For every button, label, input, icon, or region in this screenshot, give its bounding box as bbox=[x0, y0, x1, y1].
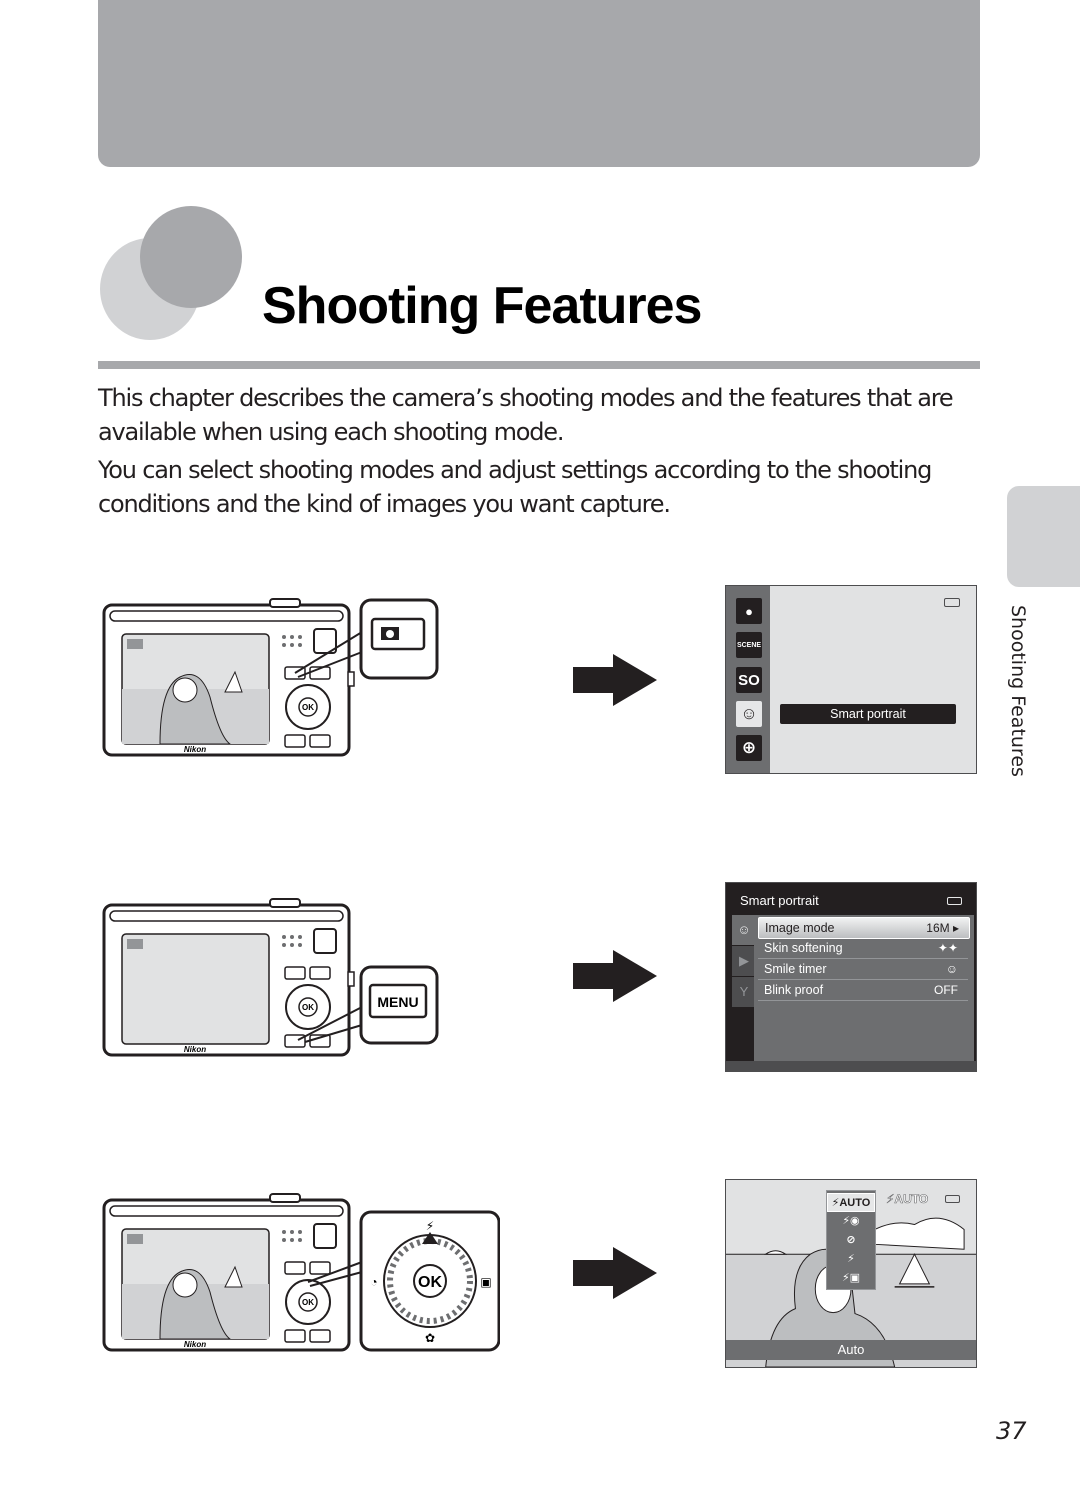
menu-item-label: Blink proof bbox=[764, 983, 824, 997]
svg-text:Nikon: Nikon bbox=[184, 1340, 206, 1349]
battery-icon bbox=[947, 897, 962, 905]
svg-text:OK: OK bbox=[302, 1003, 314, 1012]
mode-icon-column: ● SCENE SO ☺ ⊕ bbox=[726, 586, 770, 773]
flash-slow-sync-option[interactable]: ⚡▣ bbox=[827, 1269, 875, 1288]
flash-fill-option[interactable]: ⚡ bbox=[827, 1250, 875, 1269]
menu-item-value: OFF bbox=[934, 983, 958, 997]
title-divider bbox=[98, 361, 980, 369]
svg-text:MENU: MENU bbox=[377, 994, 418, 1010]
menu-item-smile-timer[interactable]: Smile timer ☺ bbox=[758, 959, 968, 980]
flash-mode-menu: ⚡AUTO ⚡◉ ⊘ ⚡ ⚡▣ bbox=[826, 1190, 876, 1290]
svg-text:Nikon: Nikon bbox=[184, 745, 206, 754]
menu-item-value: ✦✦ bbox=[937, 941, 958, 955]
selected-mode-label: Smart portrait bbox=[780, 704, 956, 724]
battery-icon bbox=[945, 1195, 960, 1203]
camera-body: OK Nikon bbox=[102, 1193, 351, 1352]
svg-text:OK: OK bbox=[302, 1298, 314, 1307]
menu-item-image-mode[interactable]: Image mode 16M ▸ bbox=[758, 917, 970, 939]
arrow-right-icon bbox=[573, 1247, 657, 1299]
scene-mode-icon[interactable]: SCENE bbox=[736, 632, 762, 658]
camera-body: OK Nikon bbox=[102, 598, 355, 757]
auto-mode-icon[interactable]: ● bbox=[736, 598, 762, 624]
special-effects-icon[interactable]: SO bbox=[736, 667, 762, 693]
intro-paragraph-2: You can select shooting modes and adjust… bbox=[98, 456, 932, 518]
menu-item-value: ☺ bbox=[945, 962, 958, 976]
page-number: 37 bbox=[996, 1417, 1027, 1445]
menu-item-blink-proof[interactable]: Blink proof OFF bbox=[758, 980, 968, 1001]
smart-portrait-menu-screen: Smart portrait ☺ ▶ Y Image mode 16M ▸ Sk… bbox=[725, 882, 977, 1072]
side-chapter-label: Shooting Features bbox=[1003, 605, 1043, 777]
svg-text:Nikon: Nikon bbox=[184, 1045, 206, 1054]
smart-portrait-icon[interactable]: ☺ bbox=[736, 701, 762, 727]
chapter-header-band bbox=[98, 0, 980, 167]
side-chapter-tab bbox=[1007, 486, 1080, 587]
svg-text:◔: ◔ bbox=[370, 1275, 377, 1289]
current-flash-indicator: ⚡AUTO bbox=[886, 1192, 929, 1207]
menu-item-label: Skin softening bbox=[764, 941, 843, 955]
side-chapter-label-text: Shooting Features bbox=[1007, 605, 1029, 777]
flash-red-eye-option[interactable]: ⚡◉ bbox=[827, 1212, 875, 1231]
menu-item-label: Smile timer bbox=[764, 962, 827, 976]
menu-tabs: ☺ ▶ Y bbox=[732, 915, 756, 1063]
shooting-mode-screen: ● SCENE SO ☺ ⊕ Smart portrait bbox=[725, 585, 977, 774]
camera-body: OK Nikon bbox=[102, 898, 355, 1057]
arrow-right-icon bbox=[573, 654, 657, 706]
menu-footer-bar bbox=[726, 1061, 976, 1071]
menu-panel: Image mode 16M ▸ Skin softening ✦✦ Smile… bbox=[754, 915, 974, 1061]
setup-tab-icon[interactable]: Y bbox=[732, 977, 756, 1007]
intro-paragraph-1: This chapter describes the camera’s shoo… bbox=[98, 384, 954, 446]
menu-item-value: 16M ▸ bbox=[926, 921, 959, 935]
camera-illustration-menu: OK Nikon MENU bbox=[102, 898, 439, 1057]
menu-title: Smart portrait bbox=[740, 893, 819, 908]
flash-auto-option[interactable]: ⚡AUTO bbox=[827, 1193, 875, 1212]
flash-mode-caption: Auto bbox=[726, 1340, 976, 1360]
camera-illustration-flash: OK Nikon OK ⚡ ◔ ▣ ✿ bbox=[102, 1193, 500, 1352]
chapter-title: Shooting Features bbox=[262, 277, 702, 335]
svg-text:OK: OK bbox=[302, 703, 314, 712]
camera-illustration-shooting-mode: OK Nikon bbox=[102, 598, 439, 757]
subject-tracking-icon[interactable]: ⊕ bbox=[736, 735, 762, 761]
svg-text:✿: ✿ bbox=[425, 1331, 435, 1345]
movie-tab-icon[interactable]: ▶ bbox=[732, 946, 756, 976]
svg-text:⚡: ⚡ bbox=[426, 1219, 434, 1233]
flash-mode-screen: ⚡AUTO ⚡◉ ⊘ ⚡ ⚡▣ ⚡AUTO Auto bbox=[725, 1179, 977, 1368]
flash-off-option[interactable]: ⊘ bbox=[827, 1231, 875, 1250]
smart-portrait-tab-icon[interactable]: ☺ bbox=[732, 915, 756, 945]
battery-icon bbox=[944, 598, 960, 607]
arrow-right-icon bbox=[573, 950, 657, 1002]
menu-item-skin-softening[interactable]: Skin softening ✦✦ bbox=[758, 938, 968, 959]
chapter-decor-circle-dark bbox=[140, 206, 242, 308]
menu-item-label: Image mode bbox=[765, 921, 835, 935]
svg-text:▣: ▣ bbox=[480, 1275, 491, 1289]
svg-text:OK: OK bbox=[418, 1274, 442, 1291]
